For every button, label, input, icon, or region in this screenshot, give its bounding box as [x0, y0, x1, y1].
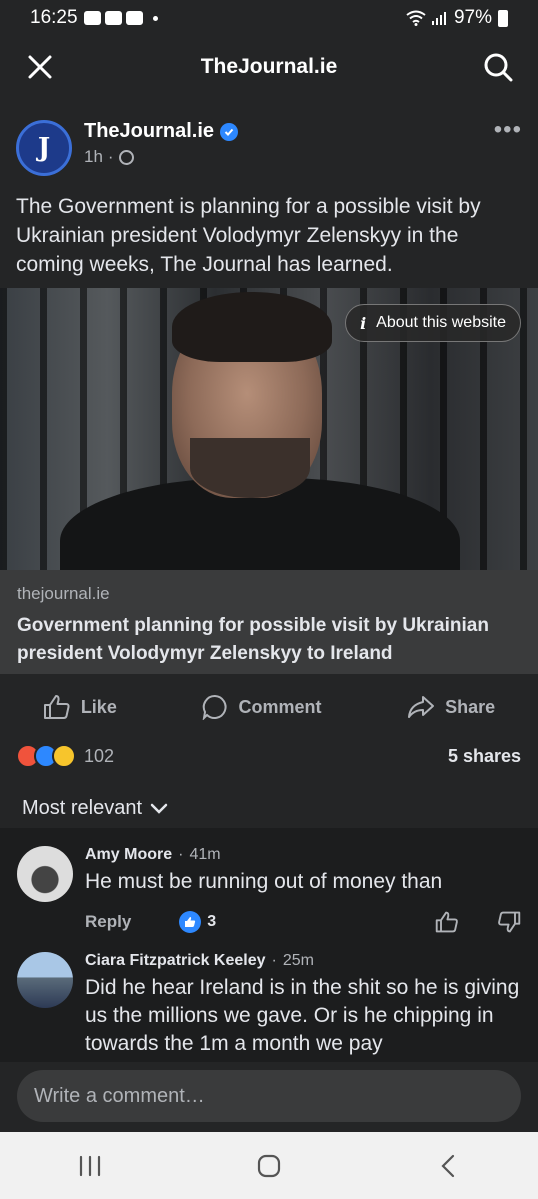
comment-icon	[203, 694, 227, 720]
share-button[interactable]: Share	[407, 694, 495, 720]
commenter-avatar[interactable]	[17, 952, 73, 1008]
comment-like-count: 3	[207, 913, 217, 930]
more-icon: •••	[493, 116, 522, 143]
comment-time: 25m	[282, 952, 314, 969]
system-navigation-bar	[0, 1132, 538, 1199]
app-header: TheJournal.ie	[0, 36, 538, 98]
link-domain: thejournal.ie	[17, 584, 110, 603]
globe-icon	[118, 149, 134, 165]
comment-text: He must be running out of money than	[85, 870, 443, 893]
more-notifications-icon	[152, 15, 158, 21]
comment-vote-buttons	[435, 910, 521, 934]
back-button[interactable]	[418, 1146, 478, 1186]
commenter-name[interactable]: Amy Moore	[85, 846, 172, 864]
close-icon	[28, 55, 52, 79]
comment-sort-dropdown[interactable]: Most relevant	[22, 797, 168, 820]
write-comment-input[interactable]	[17, 1070, 521, 1122]
share-label: Share	[445, 696, 496, 717]
notification-icons	[83, 11, 158, 25]
separator-dot: ·	[107, 147, 114, 166]
battery-percent: 97%	[453, 7, 492, 28]
comment-actions: Reply 3	[85, 910, 521, 934]
image-figure-hair	[172, 292, 332, 362]
comment-body: Amy Moore · 41m He must be running out o…	[85, 846, 521, 934]
home-icon	[257, 1154, 281, 1177]
comment-time-separator: ·	[271, 952, 277, 969]
wifi-icon	[406, 10, 426, 26]
image-figure-beard	[190, 438, 310, 498]
like-button[interactable]: Like	[43, 694, 117, 720]
downvote-icon[interactable]	[497, 910, 521, 934]
comment-head: Amy Moore · 41m	[85, 846, 521, 864]
page-name[interactable]: TheJournal.ie	[84, 120, 214, 143]
comment-item: Amy Moore · 41m He must be running out o…	[0, 828, 538, 934]
more-options-button[interactable]: •••	[494, 116, 522, 144]
youtube-notification-icon	[125, 11, 143, 25]
page-title: TheJournal.ie	[200, 55, 338, 78]
page-avatar[interactable]: J	[16, 120, 72, 176]
battery-icon	[498, 9, 508, 27]
home-button[interactable]	[239, 1146, 299, 1186]
recent-apps-button[interactable]	[60, 1146, 120, 1186]
link-preview[interactable]: thejournal.ie Government planning for po…	[0, 570, 538, 674]
search-icon	[484, 53, 513, 82]
post-image[interactable]: i About this website	[0, 288, 538, 570]
page-name-row: TheJournal.ie	[84, 120, 239, 143]
post-text: The Government is planning for a possibl…	[16, 195, 481, 276]
reactions-row: 102 5 shares	[16, 742, 521, 770]
youtube-notification-icon	[83, 11, 101, 25]
chevron-down-icon	[150, 803, 168, 814]
like-label: Like	[80, 696, 117, 717]
verified-badge-icon	[220, 122, 239, 141]
upvote-icon[interactable]	[435, 910, 459, 934]
thumbs-up-icon	[43, 695, 70, 719]
comment-likes[interactable]: 3	[179, 911, 216, 933]
shares-count[interactable]: 5 shares	[448, 746, 521, 767]
commenter-avatar[interactable]	[17, 846, 73, 902]
comments-list: Amy Moore · 41m He must be running out o…	[0, 828, 538, 1062]
search-button[interactable]	[480, 49, 516, 85]
haha-reaction-icon	[52, 744, 76, 768]
status-bar: 16:25 97%	[0, 0, 538, 36]
about-website-button[interactable]: i About this website	[345, 304, 521, 342]
post-header: J TheJournal.ie 1h · •••	[0, 98, 538, 178]
like-badge-icon	[179, 911, 202, 933]
comment-time: 41m	[189, 846, 221, 863]
comment-button[interactable]: Comment	[202, 694, 322, 720]
page-avatar-letter: J	[37, 133, 51, 163]
close-button[interactable]	[22, 49, 58, 85]
sort-label: Most relevant	[22, 797, 143, 819]
share-icon	[408, 696, 435, 718]
comment-body: Ciara Fitzpatrick Keeley · 25m Did he he…	[85, 952, 521, 1058]
status-left: 16:25	[30, 7, 158, 29]
comment-label: Comment	[238, 696, 322, 717]
comment-head: Ciara Fitzpatrick Keeley · 25m	[85, 952, 521, 970]
post-time[interactable]: 1h	[84, 147, 103, 167]
comment-item: Ciara Fitzpatrick Keeley · 25m Did he he…	[0, 934, 538, 1058]
recent-apps-icon	[79, 1155, 100, 1176]
about-website-label: About this website	[376, 314, 506, 331]
comment-composer	[0, 1062, 538, 1132]
link-title: Government planning for possible visit b…	[17, 615, 489, 664]
post-time-row: 1h ·	[84, 147, 238, 167]
info-icon: i	[360, 313, 367, 333]
reaction-count: 102	[84, 745, 115, 766]
post-actions: Like Comment Share	[0, 686, 538, 728]
reaction-summary[interactable]: 102	[16, 744, 114, 768]
reply-button[interactable]: Reply	[85, 912, 131, 932]
gallery-notification-icon	[104, 11, 122, 25]
signal-icon	[431, 12, 446, 25]
status-right: 97%	[406, 7, 508, 29]
back-icon	[441, 1154, 455, 1177]
post-meta: TheJournal.ie 1h ·	[84, 120, 239, 167]
commenter-name[interactable]: Ciara Fitzpatrick Keeley	[85, 952, 266, 970]
comment-text: Did he hear Ireland is in the shit so he…	[85, 976, 520, 1055]
status-time: 16:25	[30, 7, 78, 28]
comment-time-separator: ·	[178, 846, 184, 863]
